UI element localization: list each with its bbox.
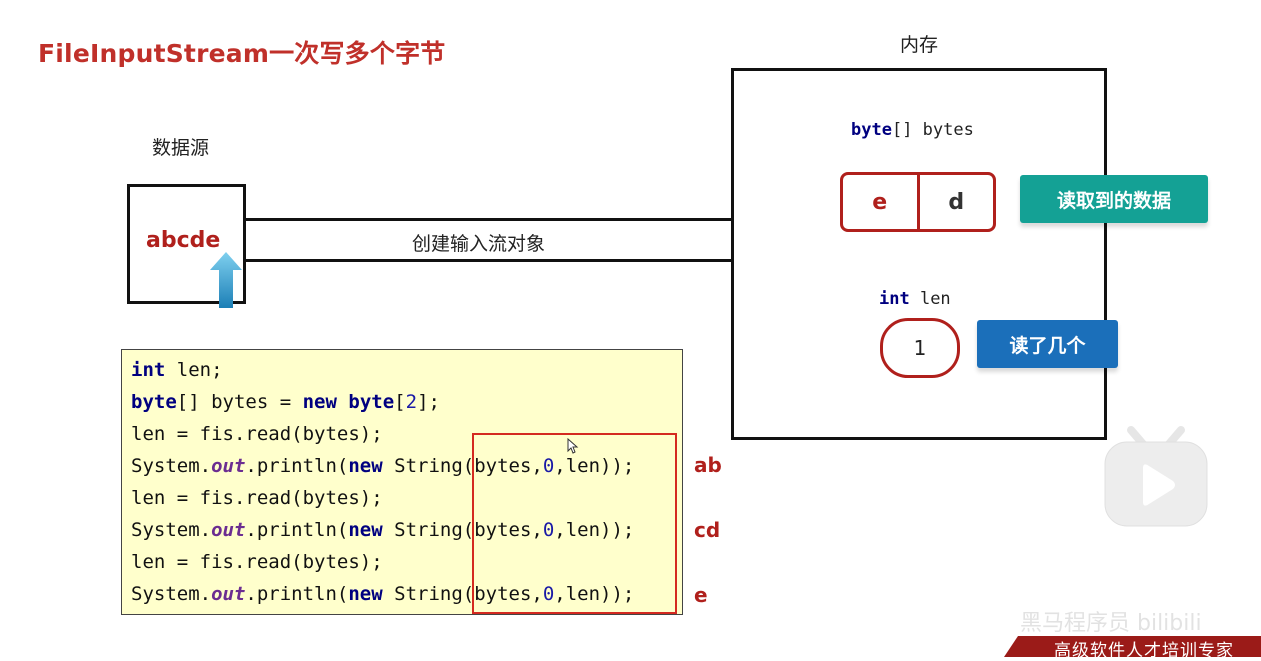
byte-array: e d: [840, 172, 996, 232]
output-1: ab: [694, 453, 722, 477]
code-token: System.: [131, 519, 212, 541]
read-data-button[interactable]: 读取到的数据: [1020, 175, 1208, 223]
bilibili-play-icon[interactable]: [1101, 424, 1211, 530]
count-button[interactable]: 读了几个: [977, 320, 1118, 368]
code-token: 2: [405, 391, 418, 413]
code-line: int len;: [131, 359, 223, 381]
stream-label: 创建输入流对象: [412, 233, 546, 255]
code-token: len = fis.read(bytes);: [131, 487, 383, 509]
output-2: cd: [694, 518, 721, 542]
code-token: ];: [417, 391, 440, 413]
data-source-label: 数据源: [152, 137, 210, 159]
byte-cell-0: e: [843, 175, 920, 229]
code-token: byte: [348, 391, 395, 413]
len-value: 1: [880, 318, 960, 378]
byte-cell-1: d: [948, 189, 965, 215]
bytes-name: [] bytes: [891, 120, 974, 140]
len-keyword: int: [879, 289, 910, 309]
up-arrow-icon: [210, 252, 242, 308]
code-token: new: [348, 583, 383, 605]
watermark: 黑马程序员 bilibili: [1020, 611, 1202, 636]
data-source-text: abcde: [146, 228, 221, 253]
code-line: len = fis.read(bytes);: [131, 551, 383, 573]
code-line: len = fis.read(bytes);: [131, 487, 383, 509]
code-line: byte[] bytes = new byte[2];: [131, 391, 440, 413]
code-token: [] bytes =: [176, 391, 303, 413]
code-token: byte: [131, 391, 177, 413]
bytes-keyword: byte: [851, 120, 892, 140]
len-name: len: [909, 289, 951, 309]
code-token: .println(: [245, 455, 349, 477]
code-token: new: [348, 519, 383, 541]
bytes-declaration: byte[] bytes: [851, 120, 974, 140]
code-token: new: [348, 455, 383, 477]
code-token: out: [211, 519, 246, 541]
footer-slogan: 高级软件人才培训专家: [1054, 641, 1234, 661]
code-token: len;: [165, 359, 223, 381]
code-token: .println(: [245, 583, 349, 605]
code-token: len = fis.read(bytes);: [131, 423, 383, 445]
len-declaration: int len: [879, 289, 951, 309]
mouse-cursor-icon: [567, 438, 579, 454]
highlight-rect: [472, 433, 677, 614]
code-token: System.: [131, 583, 212, 605]
code-token: [: [394, 391, 406, 413]
code-token: .println(: [245, 519, 349, 541]
code-token: out: [211, 583, 246, 605]
code-token: out: [211, 455, 246, 477]
code-token: int: [131, 359, 166, 381]
memory-label: 内存: [900, 34, 939, 56]
output-3: e: [694, 583, 708, 607]
code-token: new: [302, 391, 337, 413]
stream-line-top: [243, 218, 733, 221]
stream-line-bottom: [243, 259, 733, 262]
code-token: System.: [131, 455, 212, 477]
code-token: len = fis.read(bytes);: [131, 551, 383, 573]
code-line: len = fis.read(bytes);: [131, 423, 383, 445]
slide-title: FileInputStream一次写多个字节: [38, 39, 446, 68]
